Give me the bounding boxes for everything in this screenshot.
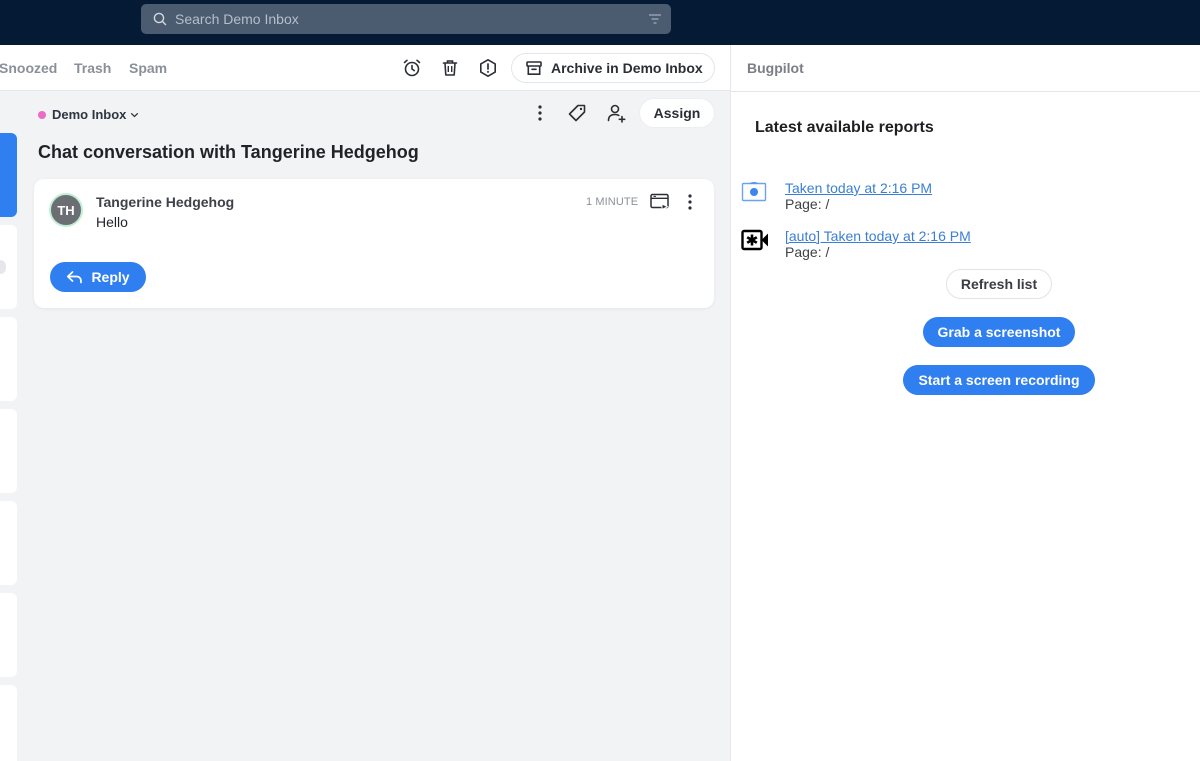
conversation-list-item[interactable]	[0, 685, 17, 761]
message-card: TH Tangerine Hedgehog Hello 1 MINUTE Rep…	[34, 179, 714, 308]
avatar: TH	[49, 193, 83, 227]
conversation-toolbar: Snoozed Trash Spam Archive in Demo Inbox	[0, 45, 730, 91]
archive-label: Archive in Demo Inbox	[551, 60, 703, 76]
inbox-color-dot	[38, 110, 46, 119]
reply-arrow-icon	[67, 271, 83, 284]
message-sender: Tangerine Hedgehog	[96, 194, 235, 210]
assign-button[interactable]: Assign	[639, 98, 715, 128]
trash-icon[interactable]	[439, 57, 461, 79]
bugpilot-panel: Bugpilot Latest available reports Taken …	[730, 45, 1200, 761]
conversation-area: Snoozed Trash Spam Archive in Demo Inbox…	[0, 45, 730, 761]
tab-snoozed[interactable]: Snoozed	[0, 60, 57, 76]
conversation-list-item-active[interactable]	[0, 133, 17, 217]
grab-screenshot-button[interactable]: Grab a screenshot	[923, 317, 1075, 347]
conversation-list-item[interactable]	[0, 317, 17, 401]
archive-box-icon	[526, 61, 542, 75]
conversation-list-item[interactable]	[0, 409, 17, 493]
camera-screenshot-icon	[741, 182, 767, 202]
filter-icon[interactable]	[647, 12, 663, 26]
inbox-name: Demo Inbox	[52, 107, 127, 122]
message-body: Hello	[96, 214, 128, 230]
conversation-list-item[interactable]	[0, 501, 17, 585]
report-link[interactable]: Taken today at 2:16 PM	[785, 180, 932, 196]
report-link[interactable]: [auto] Taken today at 2:16 PM	[785, 228, 971, 244]
search-bar[interactable]	[141, 4, 671, 34]
inbox-selector[interactable]: Demo Inbox	[38, 107, 139, 122]
reply-button[interactable]: Reply	[50, 262, 146, 292]
search-input[interactable]	[175, 4, 615, 34]
tab-spam[interactable]: Spam	[129, 60, 167, 76]
tag-icon[interactable]	[566, 102, 588, 124]
search-icon	[153, 12, 167, 26]
message-more-icon[interactable]	[679, 192, 701, 212]
report-page: Page: /	[785, 196, 830, 212]
more-options-icon[interactable]	[529, 102, 551, 124]
message-timestamp: 1 MINUTE	[586, 196, 639, 208]
tab-trash[interactable]: Trash	[74, 60, 111, 76]
report-page: Page: /	[785, 244, 830, 260]
panel-title: Bugpilot	[747, 60, 804, 76]
refresh-list-button[interactable]: Refresh list	[946, 269, 1052, 299]
conversation-title: Chat conversation with Tangerine Hedgeho…	[38, 142, 419, 162]
reply-label: Reply	[91, 269, 130, 285]
reports-heading: Latest available reports	[755, 119, 934, 136]
archive-button[interactable]: Archive in Demo Inbox	[511, 53, 715, 83]
chevron-down-icon	[131, 112, 139, 117]
panel-header: Bugpilot	[731, 45, 1200, 92]
add-user-icon[interactable]	[605, 102, 627, 124]
conversation-list-item[interactable]	[0, 593, 17, 677]
video-recording-icon	[741, 229, 768, 251]
top-bar	[0, 0, 1200, 45]
snooze-alarm-icon[interactable]	[401, 57, 423, 79]
view-source-icon[interactable]	[649, 192, 671, 212]
spam-warning-icon[interactable]	[477, 57, 499, 79]
start-recording-button[interactable]: Start a screen recording	[903, 365, 1095, 395]
